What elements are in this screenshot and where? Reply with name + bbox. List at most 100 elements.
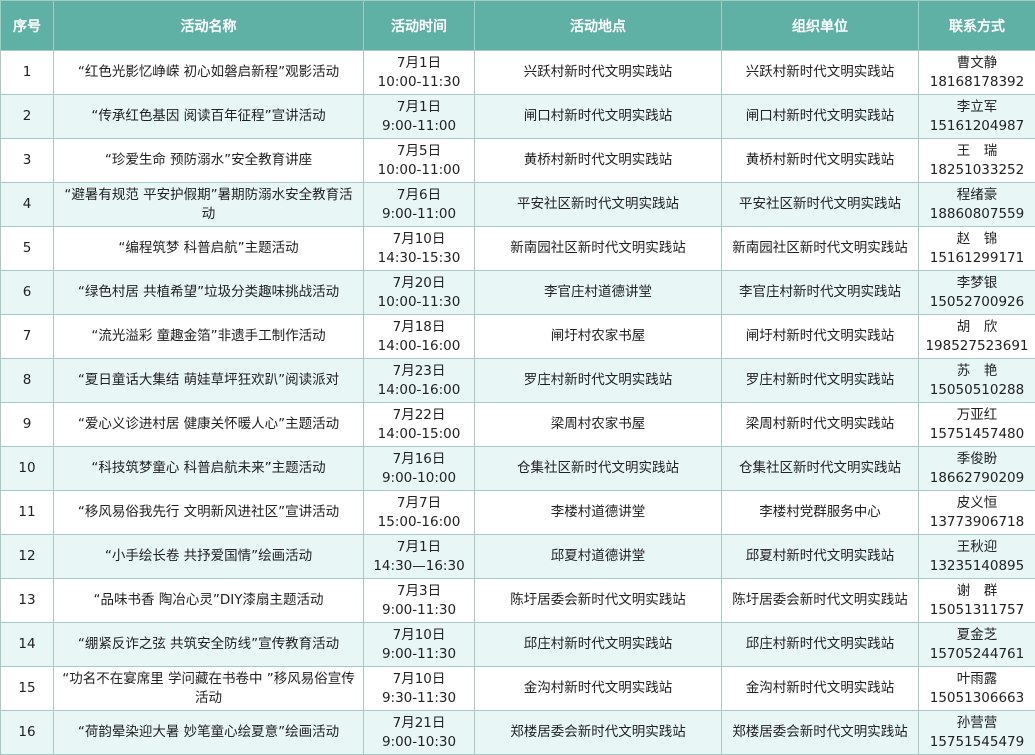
cell-no: 5 [0,226,54,271]
cell-time: 7月3日 9:00-11:30 [363,578,475,623]
cell-date: 7月1日 [396,54,442,71]
cell-org: 闸口村新时代文明实践站 [721,94,919,139]
cell-person: 赵 锦 [956,230,998,247]
cell-person: 胡 欣 [956,318,998,335]
cell-place: 闸圩村农家书屋 [474,314,722,359]
table-row: 2 “传承红色基因 阅读百年征程”宣讲活动 7月1日 9:00-11:00 闸口村新时代… [0,94,1035,139]
cell-phone: 13235140895 [929,557,1025,574]
table-row: 12 “小手绘长卷 共抒爱国情”绘画活动 7月1日 14:30—16:30 邱夏村道德讲… [0,534,1035,579]
cell-org: 李楼村党群服务中心 [721,490,919,535]
cell-date: 7月3日 [396,582,442,599]
cell-person: 孙营营 [956,714,998,731]
cell-org: 仓集社区新时代文明实践站 [721,446,919,491]
cell-person: 程绪豪 [956,186,998,203]
cell-activity-name: “编程筑梦 科普启航”主题活动 [53,226,364,271]
cell-no: 6 [0,270,54,315]
cell-time: 7月22日 14:00-15:00 [363,402,475,447]
cell-date: 7月16日 [392,450,446,467]
cell-phone: 15161204987 [929,117,1025,134]
cell-no: 9 [0,402,54,447]
cell-activity-name: “绷紧反诈之弦 共筑安全防线”宣传教育活动 [53,622,364,667]
cell-org: 黄桥村新时代文明实践站 [721,138,919,183]
table-row: 5 “编程筑梦 科普启航”主题活动 7月10日 14:30-15:30 新南园社区新时代… [0,226,1035,271]
cell-person: 李梦银 [956,274,998,291]
table-row: 3 “珍爱生命 预防溺水”安全教育讲座 7月5日 10:00-11:00 黄桥村新时代文… [0,138,1035,183]
cell-no: 11 [0,490,54,535]
cell-hours: 15:00-16:00 [377,513,461,530]
cell-activity-name: “红色光影忆峥嵘 初心如磐启新程”观影活动 [53,50,364,95]
cell-date: 7月7日 [396,494,442,511]
cell-contact: 王 瑞 18251033252 [918,138,1035,183]
table-row: 8 “夏日童话大集结 萌娃草坪狂欢趴”阅读派对 7月23日 14:00-16:00 罗庄… [0,358,1035,403]
cell-no: 10 [0,446,54,491]
cell-place: 郑楼居委会新时代文明实践站 [474,710,722,755]
cell-hours: 14:00-16:00 [377,337,461,354]
cell-org: 陈圩居委会新时代文明实践站 [721,578,919,623]
cell-date: 7月6日 [396,186,442,203]
table-row: 13 “品味书香 陶冶心灵”DIY漆扇主题活动 7月3日 9:00-11:30 陈圩居委… [0,578,1035,623]
cell-hours: 10:00-11:30 [377,293,461,310]
cell-person: 李立军 [956,98,998,115]
cell-date: 7月1日 [396,98,442,115]
cell-person: 王 瑞 [956,142,998,159]
cell-org: 郑楼居委会新时代文明实践站 [721,710,919,755]
cell-phone: 18168178392 [929,73,1025,90]
cell-hours: 14:30—16:30 [373,557,465,574]
cell-activity-name: “科技筑梦童心 科普启航未来”主题活动 [53,446,364,491]
cell-phone: 15751545479 [929,733,1025,750]
cell-hours: 9:00-11:00 [381,205,457,222]
cell-phone: 15751457480 [929,425,1025,442]
cell-phone: 18251033252 [929,161,1025,178]
cell-no: 12 [0,534,54,579]
cell-contact: 苏 艳 15050510288 [918,358,1035,403]
cell-org: 邱夏村新时代文明实践站 [721,534,919,579]
cell-hours: 9:00-11:30 [381,601,457,618]
cell-place: 邱庄村新时代文明实践站 [474,622,722,667]
cell-hours: 9:00-10:30 [381,733,457,750]
cell-place: 黄桥村新时代文明实践站 [474,138,722,183]
cell-hours: 9:30-11:30 [381,689,457,706]
cell-contact: 皮义恒 13773906718 [918,490,1035,535]
cell-activity-name: “爱心义诊进村居 健康关怀暖人心”主题活动 [53,402,364,447]
cell-activity-name: “传承红色基因 阅读百年征程”宣讲活动 [53,94,364,139]
table-row: 7 “流光溢彩 童趣金箔”非遗手工制作活动 7月18日 14:00-16:00 闸圩村农… [0,314,1035,359]
cell-no: 13 [0,578,54,623]
cell-activity-name: “小手绘长卷 共抒爱国情”绘画活动 [53,534,364,579]
table-row: 1 “红色光影忆峥嵘 初心如磐启新程”观影活动 7月1日 10:00-11:30 兴跃村… [0,50,1035,95]
header-place: 活动地点 [474,0,722,51]
table-row: 16 “荷韵晕染迎大暑 妙笔童心绘夏意”绘画活动 7月21日 9:00-10:30 郑楼… [0,710,1035,755]
table-row: 9 “爱心义诊进村居 健康关怀暖人心”主题活动 7月22日 14:00-15:00 梁周… [0,402,1035,447]
cell-time: 7月21日 9:00-10:30 [363,710,475,755]
header-no: 序号 [0,0,54,51]
cell-org: 兴跃村新时代文明实践站 [721,50,919,95]
cell-place: 平安社区新时代文明实践站 [474,182,722,227]
cell-phone: 15050510288 [929,381,1025,398]
cell-person: 谢 群 [956,582,998,599]
cell-no: 16 [0,710,54,755]
table-row: 15 “功名不在宴席里 学问藏在书卷中 ”移风易俗宣传活动 7月10日 9:30-11… [0,666,1035,711]
header-time: 活动时间 [363,0,475,51]
cell-hours: 14:30-15:30 [377,249,461,266]
cell-hours: 9:00-11:00 [381,117,457,134]
cell-hours: 14:00-16:00 [377,381,461,398]
cell-date: 7月5日 [396,142,442,159]
cell-activity-name: “流光溢彩 童趣金箔”非遗手工制作活动 [53,314,364,359]
cell-hours: 9:00-11:30 [381,645,457,662]
table-row: 4 “避暑有规范 平安护假期”暑期防溺水安全教育活动 7月6日 9:00-11:00 平… [0,182,1035,227]
cell-time: 7月10日 14:30-15:30 [363,226,475,271]
cell-place: 李官庄村道德讲堂 [474,270,722,315]
cell-contact: 叶雨露 15051306663 [918,666,1035,711]
table-row: 11 “移风易俗我先行 文明新风进社区”宣讲活动 7月7日 15:00-16:00 李楼… [0,490,1035,535]
cell-date: 7月22日 [392,406,446,423]
cell-hours: 9:00-10:00 [381,469,457,486]
cell-person: 季俊盼 [956,450,998,467]
cell-activity-name: “功名不在宴席里 学问藏在书卷中 ”移风易俗宣传活动 [53,666,364,711]
cell-place: 邱夏村道德讲堂 [474,534,722,579]
cell-time: 7月1日 9:00-11:00 [363,94,475,139]
cell-contact: 李梦银 15052700926 [918,270,1035,315]
cell-place: 李楼村道德讲堂 [474,490,722,535]
cell-person: 王秋迎 [956,538,998,555]
cell-time: 7月23日 14:00-16:00 [363,358,475,403]
cell-time: 7月5日 10:00-11:00 [363,138,475,183]
cell-place: 新南园社区新时代文明实践站 [474,226,722,271]
